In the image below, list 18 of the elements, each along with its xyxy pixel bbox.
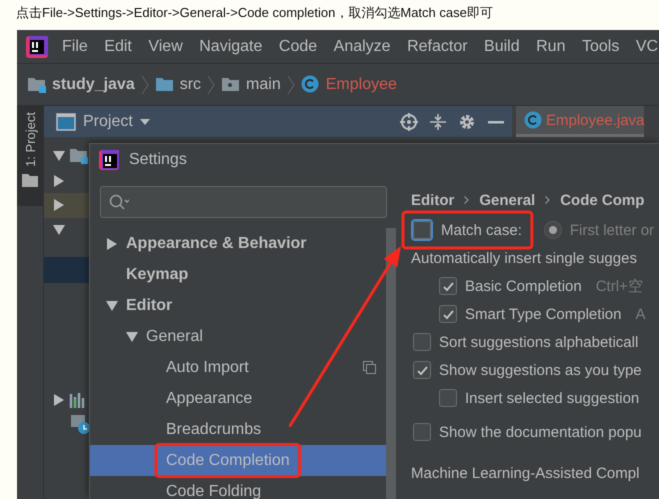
option-label: Smart Type Completion — [465, 306, 622, 322]
option-label: Insert selected suggestion — [465, 390, 640, 406]
dialog-title: Settings — [129, 151, 187, 169]
shortcut-hint: Ctrl+空 — [596, 276, 643, 296]
group-label: Automatically insert single sugges — [411, 250, 637, 266]
section-title: Machine Learning-Assisted Compl — [411, 465, 640, 482]
shortcut-hint: A — [635, 306, 646, 322]
option-label: Basic Completion — [465, 278, 582, 294]
option-label: First letter or — [570, 222, 654, 238]
option-label: Show suggestions as you type — [439, 362, 642, 378]
option-label: Show the documentation popu — [439, 424, 642, 440]
breadcrumb-item: Editor — [411, 192, 454, 208]
option-label: Match case: — [441, 222, 522, 238]
breadcrumb-item: General — [479, 192, 536, 208]
breadcrumb-item: Code Comp — [560, 192, 644, 208]
option-label: Sort suggestions alphabeticall — [439, 334, 638, 350]
instruction-text: 点击File->Settings->Editor->General->Code completion，取消勾选Match case即可 — [15, 4, 494, 22]
tab-label: Employee.java — [546, 112, 644, 128]
